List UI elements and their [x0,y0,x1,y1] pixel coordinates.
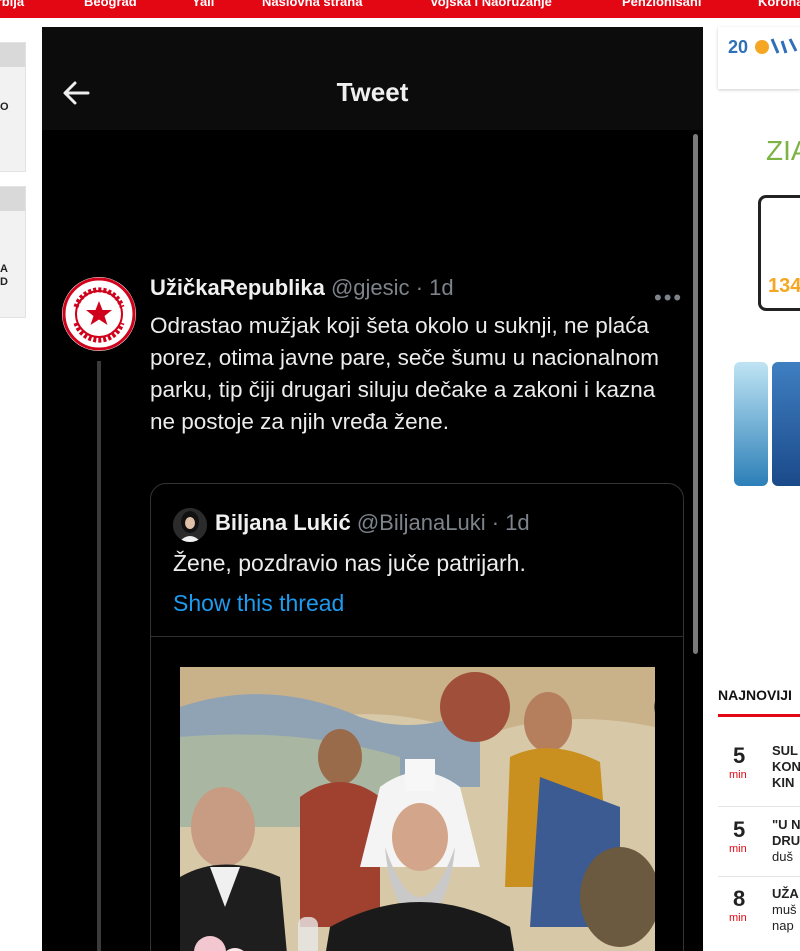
news-time-value: 5 [733,743,746,768]
ad-logo: 20 [728,37,749,57]
nav-item-beograd[interactable]: Beograd [84,0,137,9]
nav-item-yall[interactable]: Yall [192,0,214,9]
headline-line: nap [772,918,794,933]
headline-line: KIN [772,775,795,790]
republic-logo-icon [62,277,136,351]
author-name[interactable]: UžičkaRepublika [150,275,325,300]
tweet-text: Odrastao mužjak koji šeta okolo u suknji… [150,313,660,434]
product-bottle-image[interactable] [734,362,768,486]
scrollbar[interactable] [693,134,698,654]
quoted-author-name[interactable]: Biljana Lukić [215,510,351,535]
thread-line [97,361,101,951]
quoted-author-handle[interactable]: @BiljanaLuki [357,510,486,535]
nav-item-korona[interactable]: Korona [758,0,800,9]
show-thread-link[interactable]: Show this thread [173,590,344,617]
author-handle[interactable]: @gjesic [331,275,410,300]
quoted-author-row: Biljana Lukić @BiljanaLuki · 1d [215,510,530,536]
tweet-embed: Tweet UžičkaRepublika @gjesic · 1d ••• O… [42,27,703,951]
news-time-unit: min [729,912,747,924]
quoted-tweet-time[interactable]: · 1d [492,510,530,535]
left-sidebar-card-text: A D [0,263,8,288]
left-sidebar-card-header [0,43,25,67]
headline-line: DRU [772,833,800,848]
ad-banner[interactable]: 20 [718,27,800,89]
latest-news-heading: NAJNOVIJI [718,687,792,703]
tweet-page-title: Tweet [336,77,409,107]
divider [718,806,800,807]
quoted-tweet-text: Žene, pozdravio nas juče patrijarh. [173,550,526,576]
author-avatar[interactable] [62,277,136,351]
image-icon [654,692,655,722]
left-sidebar-card[interactable]: A D [0,186,26,318]
headline-line: muš [772,902,797,917]
nav-item-penzionisani[interactable]: Penzionisani [622,0,701,9]
ad-price: 134 [768,275,800,297]
news-time-unit: min [729,843,747,855]
tweet-time[interactable]: · 1d [416,275,454,300]
person-avatar-icon [173,508,207,542]
news-time-value: 8 [733,886,746,911]
quoted-tweet-card[interactable]: Biljana Lukić @BiljanaLuki · 1d Žene, po… [150,483,684,951]
news-headline[interactable]: UŽA muš nap [772,886,799,934]
product-bottle-image[interactable] [772,362,800,486]
media-settings-icon[interactable] [654,692,655,722]
left-sidebar-card-text: O [0,101,9,113]
tweet-header: Tweet [42,27,703,130]
nav-item-srbija[interactable]: Srbija [0,0,24,9]
headline-line: KON [772,759,800,774]
divider [151,636,683,637]
more-options-icon[interactable]: ••• [654,285,683,311]
ad-brand-text: ZIA [766,135,800,166]
headline-line: "U N [772,817,800,832]
left-sidebar-card[interactable]: O [0,42,26,172]
headline-line: UŽA [772,886,799,901]
divider [718,876,800,877]
patriarch-photo [180,667,655,951]
news-headline[interactable]: "U N DRU duš [772,817,800,865]
news-time-value: 5 [733,817,746,842]
news-time-unit: min [729,769,747,781]
sun-logo-icon [755,38,798,54]
headline-line: duš [772,849,793,864]
top-navigation-bar: Srbija Beograd Yall Naslovna strana Vojs… [0,0,800,18]
headline-line: SUL [772,743,798,758]
heading-underline [718,714,800,717]
nav-item-naslovna[interactable]: Naslovna strana [262,0,362,9]
quoted-author-avatar[interactable] [173,508,207,542]
left-sidebar-card-header [0,187,25,211]
tweet-author-row: UžičkaRepublika @gjesic · 1d [150,275,454,301]
nav-item-vojska[interactable]: Vojska i Naoružanje [430,0,552,9]
quoted-tweet-photo[interactable] [180,667,655,951]
news-headline[interactable]: SUL KON KIN [772,743,800,791]
